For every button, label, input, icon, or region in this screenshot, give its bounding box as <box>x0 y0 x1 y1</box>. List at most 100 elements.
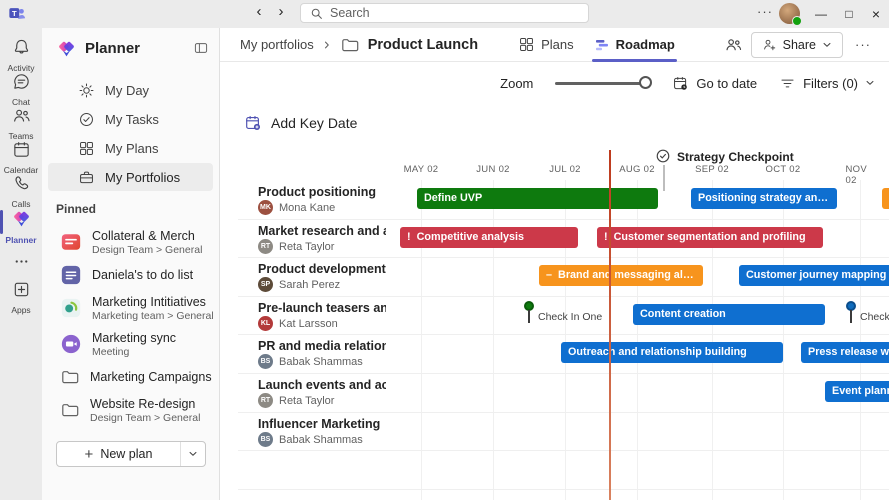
assignee-avatar: BS <box>258 432 273 447</box>
task-name[interactable]: Pre-launch teasers and cam... <box>258 301 386 315</box>
members-icon[interactable] <box>724 35 743 54</box>
new-plan-button[interactable]: + New plan <box>56 441 206 467</box>
folder-icon <box>340 35 360 55</box>
task-name[interactable]: Market research and analysis <box>258 224 386 238</box>
titlebar-more-button[interactable]: ··· <box>757 4 773 19</box>
breadcrumb[interactable]: My portfolios <box>240 37 314 52</box>
share-button[interactable]: Share <box>751 32 843 58</box>
pinned-plan-subtitle: Marketing team > General <box>92 310 213 322</box>
task-bar[interactable]: –Brand and messaging alignment <box>539 265 703 286</box>
pinned-plan-title: Collateral & Merch <box>92 229 202 243</box>
pinned-plan[interactable]: Marketing syncMeeting <box>48 326 213 362</box>
close-button[interactable]: × <box>863 0 889 28</box>
row-separator <box>238 489 889 490</box>
task-bar[interactable] <box>882 188 889 209</box>
sidebar-item-my-portfolios[interactable]: My Portfolios <box>48 163 213 191</box>
todo-icon <box>60 264 82 286</box>
pinned-plan-text: Website Re-designDesign Team > General <box>90 397 200 424</box>
back-button[interactable]: ‹ <box>250 3 268 23</box>
add-key-date-label: Add Key Date <box>271 115 357 131</box>
zoom-slider-thumb[interactable] <box>639 76 652 89</box>
user-avatar[interactable] <box>779 3 800 24</box>
grid-icon <box>518 36 535 53</box>
task-name[interactable]: Influencer Marketing <box>258 417 386 431</box>
pinned-plan[interactable]: Collateral & MerchDesign Team > General <box>48 224 213 260</box>
loop-icon <box>60 297 82 319</box>
rail-item-activity[interactable]: Activity <box>0 38 42 73</box>
calendar-add-icon <box>244 114 262 132</box>
task-bar[interactable]: Content creation <box>633 304 825 325</box>
teams-icon <box>12 106 31 125</box>
task-name[interactable]: PR and media relations <box>258 339 386 353</box>
forward-button[interactable]: › <box>272 3 290 23</box>
row-separator <box>238 257 889 258</box>
task-bar[interactable]: !Competitive analysis <box>400 227 578 248</box>
portfolio-icon <box>78 169 95 186</box>
task-bar[interactable]: Press release writing <box>801 342 889 363</box>
page-title: Product Launch <box>368 37 478 53</box>
month-label: AUG 02 <box>619 164 655 175</box>
pinned-plan[interactable]: Marketing Campaigns <box>48 362 213 392</box>
task-assignee: KLKat Larsson <box>258 316 338 331</box>
rail-item-teams[interactable]: Teams <box>0 106 42 141</box>
task-assignee: MKMona Kane <box>258 200 335 215</box>
tab-roadmap[interactable]: Roadmap <box>588 28 681 62</box>
add-key-date-button[interactable]: Add Key Date <box>244 114 357 132</box>
rail-item-more[interactable] <box>0 252 42 276</box>
sidebar-item-my-tasks[interactable]: My Tasks <box>48 105 213 133</box>
task-name[interactable]: Launch events and activations <box>258 378 386 392</box>
share-person-icon <box>762 37 777 52</box>
rail-item-calls[interactable]: Calls <box>0 174 42 209</box>
maximize-button[interactable]: □ <box>836 0 862 28</box>
pinned-plan-text: Collateral & MerchDesign Team > General <box>92 229 202 256</box>
zoom-slider[interactable] <box>555 76 650 90</box>
pinned-plan[interactable]: Daniela's to do list <box>48 260 213 290</box>
pinned-plan-title: Marketing sync <box>92 331 176 345</box>
calendar-icon <box>12 140 31 159</box>
task-bar[interactable]: Event planning <box>825 381 889 402</box>
pinned-plan-title: Marketing Intitiatives <box>92 295 213 309</box>
month-label: MAY 02 <box>404 164 439 175</box>
assignee-avatar: SP <box>258 277 273 292</box>
task-name[interactable]: Product development collab <box>258 262 386 276</box>
tab-plans[interactable]: Plans <box>512 28 580 62</box>
task-bar[interactable]: Outreach and relationship building <box>561 342 783 363</box>
rail-item-apps[interactable]: Apps <box>0 280 42 315</box>
pinned-plan[interactable]: Website Re-designDesign Team > General <box>48 392 213 428</box>
sidebar-item-my-day[interactable]: My Day <box>48 76 213 104</box>
meeting-icon <box>60 333 82 355</box>
sidebar-item-label: My Plans <box>105 141 158 156</box>
rail-item-chat[interactable]: Chat <box>0 72 42 107</box>
assignee-name: Mona Kane <box>279 202 335 214</box>
plus-icon: + <box>85 446 94 463</box>
pinned-plan-text: Marketing IntitiativesMarketing team > G… <box>92 295 213 322</box>
task-bar[interactable]: Customer journey mapping <box>739 265 889 286</box>
more-options-button[interactable]: ··· <box>851 37 875 52</box>
app-rail: ActivityChatTeamsCalendarCallsPlanner App… <box>0 28 42 500</box>
task-bar[interactable]: Positioning strategy and mess... <box>691 188 837 209</box>
rail-item-calendar[interactable]: Calendar <box>0 140 42 175</box>
chevron-down-icon[interactable] <box>180 442 205 466</box>
task-bar[interactable]: Define UVP <box>417 188 658 209</box>
search-input[interactable]: Search <box>300 3 589 23</box>
rail-item-label: Apps <box>0 305 42 315</box>
minimize-button[interactable]: — <box>808 0 834 28</box>
month-label: SEP 02 <box>695 164 729 175</box>
task-name[interactable]: Product positioning <box>258 185 386 199</box>
teams-logo-icon: T <box>8 5 26 23</box>
pinned-plan[interactable]: Marketing IntitiativesMarketing team > G… <box>48 290 213 326</box>
planner-sidebar: Planner My DayMy TasksMy PlansMy Portfol… <box>42 28 220 500</box>
sidebar-item-my-plans[interactable]: My Plans <box>48 134 213 162</box>
pinned-plan-subtitle: Meeting <box>92 346 176 358</box>
presence-available-icon <box>792 16 802 26</box>
key-date-marker[interactable]: Strategy Checkpoint <box>656 149 794 164</box>
collapse-sidebar-icon[interactable] <box>193 40 209 56</box>
filters-button[interactable]: Filters (0) <box>779 75 875 92</box>
tab-roadmap-label: Roadmap <box>616 37 675 52</box>
go-to-date-button[interactable]: Go to date <box>672 75 757 92</box>
rail-item-planner[interactable]: Planner <box>0 208 42 245</box>
task-bar[interactable]: !Customer segmentation and profiling <box>597 227 823 248</box>
pinned-plan-title: Daniela's to do list <box>92 268 193 282</box>
assignee-avatar: BS <box>258 354 273 369</box>
task-assignee: RTReta Taylor <box>258 239 334 254</box>
